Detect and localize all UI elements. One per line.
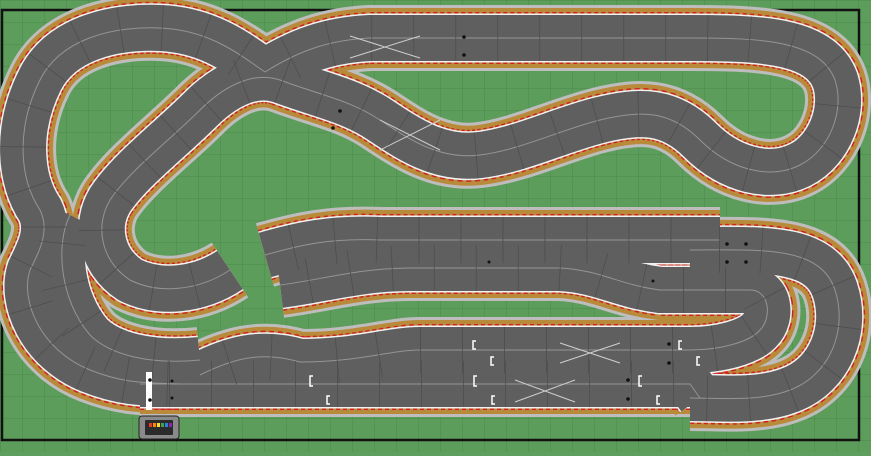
lap-light	[161, 423, 164, 427]
lap-light	[149, 423, 152, 427]
lap-light	[165, 423, 168, 427]
track-svg	[0, 0, 871, 452]
lap-light	[157, 423, 160, 427]
lap-light	[169, 423, 172, 427]
lap-light	[153, 423, 156, 427]
track-layout-canvas	[0, 0, 871, 452]
track-section-asphalt	[200, 357, 300, 375]
start-finish-line	[146, 372, 152, 410]
lap-counter[interactable]	[139, 416, 179, 439]
